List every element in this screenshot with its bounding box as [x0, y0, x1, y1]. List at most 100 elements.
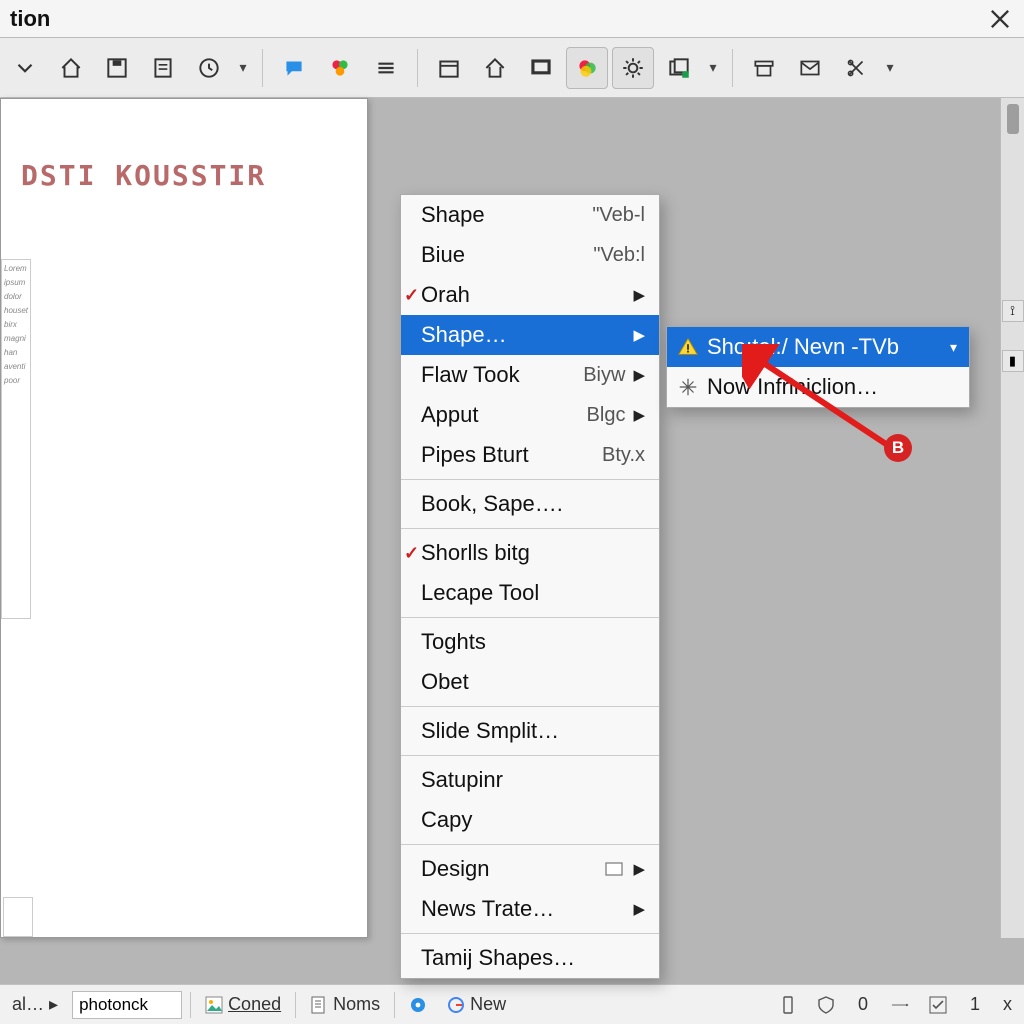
- submenu-arrow-icon: ▶: [633, 860, 645, 878]
- main-toolbar: ▾ ▾ ▾: [0, 38, 1024, 98]
- stack-dropdown[interactable]: ▾: [704, 59, 722, 76]
- chat-button[interactable]: [273, 47, 315, 89]
- page-icon: [310, 996, 328, 1014]
- side-tool-button-1[interactable]: ⟟: [1002, 300, 1024, 322]
- menu-item-pipes[interactable]: Pipes BturtBty.x: [401, 435, 659, 475]
- clock-icon: [196, 55, 222, 81]
- canvas-area[interactable]: DSTI KOUSSTIR Lorem ipsum dolor houset b…: [0, 98, 1024, 984]
- display-icon: [528, 55, 554, 81]
- history-button[interactable]: [188, 47, 230, 89]
- page-heading: DSTI KOUSSTIR: [21, 159, 266, 192]
- status-gear[interactable]: [403, 994, 433, 1016]
- archive-icon: [751, 55, 777, 81]
- submenu-item-now-infriniclion[interactable]: Now Infriniclion…: [667, 367, 969, 407]
- settings-button[interactable]: [612, 47, 654, 89]
- google-g-icon: [447, 996, 465, 1014]
- color-button[interactable]: [566, 47, 608, 89]
- open-dropdown-button[interactable]: [4, 47, 46, 89]
- status-count: 0: [849, 992, 877, 1017]
- menu-item-satupinr[interactable]: Satupinr: [401, 760, 659, 800]
- menu-separator: [401, 706, 659, 707]
- menu-item-lecape[interactable]: Lecape Tool: [401, 573, 659, 613]
- menu-item-biue[interactable]: Biue"Veb:l: [401, 235, 659, 275]
- cut-button[interactable]: [835, 47, 877, 89]
- menu-item-shape[interactable]: Shape"Veb-l: [401, 195, 659, 235]
- submenu-arrow-icon: ▶: [633, 900, 645, 918]
- separator: [295, 992, 296, 1018]
- status-new[interactable]: New: [441, 992, 512, 1017]
- menu-item-orah[interactable]: Orah▶: [401, 275, 659, 315]
- status-page: 1: [961, 992, 989, 1017]
- vertical-scrollbar[interactable]: ⟟ ▮: [1000, 98, 1024, 938]
- menu-separator: [401, 528, 659, 529]
- home-outline-icon: [482, 55, 508, 81]
- scissors-icon: [843, 55, 869, 81]
- submenu-arrow-icon: ▶: [633, 286, 645, 304]
- chat-icon: [281, 55, 307, 81]
- menu-item-capy[interactable]: Capy: [401, 800, 659, 840]
- document-page[interactable]: DSTI KOUSSTIR Lorem ipsum dolor houset b…: [0, 98, 368, 938]
- titlebar: tion: [0, 0, 1024, 38]
- status-badge[interactable]: [811, 994, 841, 1016]
- status-search-input[interactable]: [72, 991, 182, 1019]
- phone-icon: [779, 996, 797, 1014]
- gear-icon: [620, 55, 646, 81]
- annotation-badge: B: [884, 434, 912, 462]
- sheet-button[interactable]: [142, 47, 184, 89]
- menu-separator: [401, 617, 659, 618]
- open-arrow-icon: [12, 55, 38, 81]
- sheet-icon: [150, 55, 176, 81]
- archive-button[interactable]: [743, 47, 785, 89]
- menu-item-news-trate[interactable]: News Trate…▶: [401, 889, 659, 929]
- calendar-button[interactable]: [428, 47, 470, 89]
- separator: [732, 49, 733, 87]
- stack-icon: [666, 55, 692, 81]
- list-button[interactable]: [365, 47, 407, 89]
- color-circles-icon: [574, 55, 600, 81]
- separator: [417, 49, 418, 87]
- mail-button[interactable]: [789, 47, 831, 89]
- line-icon: [891, 996, 909, 1014]
- menu-item-obet[interactable]: Obet: [401, 662, 659, 702]
- history-dropdown[interactable]: ▾: [234, 59, 252, 76]
- status-check[interactable]: [923, 994, 953, 1016]
- warning-icon: [677, 336, 699, 358]
- menu-item-shorlls[interactable]: Shorlls bitg: [401, 533, 659, 573]
- separator: [262, 49, 263, 87]
- save-button[interactable]: [96, 47, 138, 89]
- status-close[interactable]: x: [997, 992, 1018, 1017]
- statusbar: al…▸ Coned Noms New 0 1 x: [0, 984, 1024, 1024]
- menu-item-book-sape[interactable]: Book, Sape….: [401, 484, 659, 524]
- status-left-label[interactable]: al…▸: [6, 992, 64, 1017]
- page-textblock: Lorem ipsum dolor houset birx magni han …: [1, 259, 31, 619]
- menu-item-slide-split[interactable]: Slide Smplit…: [401, 711, 659, 751]
- menu-item-tamij-shapes[interactable]: Tamij Shapes…: [401, 938, 659, 978]
- menu-item-design[interactable]: Design▶: [401, 849, 659, 889]
- home-button[interactable]: [50, 47, 92, 89]
- stack-button[interactable]: [658, 47, 700, 89]
- menu-item-shape-ellipsis[interactable]: Shape…▶: [401, 315, 659, 355]
- sparkle-icon: [677, 376, 699, 398]
- menu-item-flaw-took[interactable]: Flaw TookBiyw▶: [401, 355, 659, 395]
- outline-home-button[interactable]: [474, 47, 516, 89]
- side-tool-button-2[interactable]: ▮: [1002, 350, 1024, 372]
- status-coned[interactable]: Coned: [199, 992, 287, 1017]
- shield-icon: [817, 996, 835, 1014]
- status-noms[interactable]: Noms: [304, 992, 386, 1017]
- status-line[interactable]: [885, 994, 915, 1016]
- cut-dropdown[interactable]: ▾: [881, 59, 899, 76]
- page-textblock-2: [3, 897, 33, 937]
- submenu-item-shotel[interactable]: Sho:tel:/ Nevn -TVb ▾: [667, 327, 969, 367]
- window-close-button[interactable]: [986, 5, 1014, 33]
- status-phone[interactable]: [773, 994, 803, 1016]
- menu-item-apput[interactable]: ApputBlgc▶: [401, 395, 659, 435]
- dropdown-arrow-icon: ▾: [950, 339, 957, 356]
- menu-item-toghts[interactable]: Toghts: [401, 622, 659, 662]
- scrollbar-thumb[interactable]: [1007, 104, 1019, 134]
- list-icon: [373, 55, 399, 81]
- dropdown-arrow-icon: ▸: [49, 994, 58, 1015]
- floppy-icon: [104, 55, 130, 81]
- display-button[interactable]: [520, 47, 562, 89]
- home-icon: [58, 55, 84, 81]
- extensions-button[interactable]: [319, 47, 361, 89]
